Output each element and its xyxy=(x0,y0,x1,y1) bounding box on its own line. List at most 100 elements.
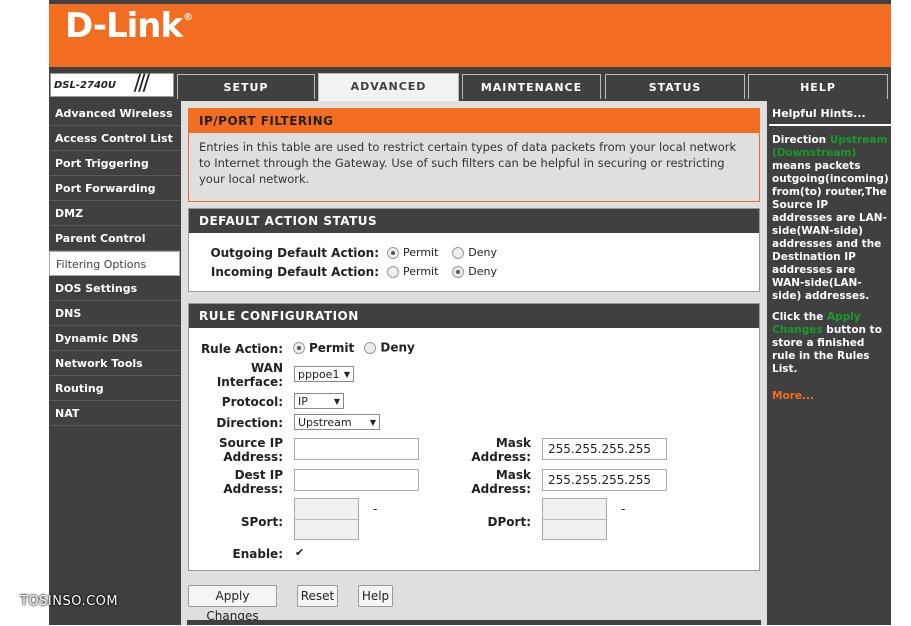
tab-setup[interactable]: SETUP xyxy=(177,74,315,99)
sidebar-item-filtering-options[interactable]: Filtering Options xyxy=(49,251,180,276)
wan-label-line1: WAN xyxy=(250,361,283,375)
intro-title: IP/PORT FILTERING xyxy=(189,109,759,133)
outgoing-default-label: Outgoing Default Action: xyxy=(210,246,379,260)
source-mask-input[interactable]: 255.255.255.255 xyxy=(542,438,667,460)
dport-input[interactable] xyxy=(542,498,607,540)
rule-permit-radio[interactable] xyxy=(293,341,305,354)
sport-dash: - xyxy=(373,502,378,516)
hints-title: Helpful Hints... xyxy=(769,101,891,126)
wan-interface-select[interactable]: pppoe1 ▼ xyxy=(294,366,354,382)
incoming-deny-radio[interactable] xyxy=(452,265,465,278)
sport-label: SPort: xyxy=(240,515,283,529)
bottom-panel-edge xyxy=(187,620,761,625)
wan-label-line2: Interface: xyxy=(216,375,283,389)
dest-ip-input[interactable] xyxy=(294,469,419,491)
hint-direction-end: means packets outgoing(incoming) from(to… xyxy=(772,160,889,302)
router-page: D-Link® DSL-2740U /// SETUP ADVANCED MAI… xyxy=(49,0,891,625)
dlink-logo: D-Link® xyxy=(65,6,193,46)
sidebar-item-nat[interactable]: NAT xyxy=(49,401,180,426)
sidebar-item-dynamic-dns[interactable]: Dynamic DNS xyxy=(49,326,180,351)
outgoing-permit-label: Permit xyxy=(403,246,439,259)
hint-direction: Direction Upstream (Downstream) means pa… xyxy=(772,134,889,303)
sidebar: Advanced Wireless Access Control List Po… xyxy=(49,101,180,426)
rule-action-radios: Permit Deny xyxy=(293,340,415,355)
reset-button[interactable]: Reset xyxy=(297,585,338,607)
protocol-select[interactable]: IP ▼ xyxy=(294,393,344,409)
direction-value: Upstream xyxy=(298,416,352,429)
model-name: DSL-2740U xyxy=(54,80,116,91)
sidebar-item-access-control-list[interactable]: Access Control List xyxy=(49,126,180,151)
hints-panel: Helpful Hints... Direction Upstream (Dow… xyxy=(769,101,891,625)
tab-maintenance[interactable]: MAINTENANCE xyxy=(462,74,601,99)
dport-dash: - xyxy=(621,502,626,516)
dport-label: DPort: xyxy=(487,515,531,529)
apply-changes-button[interactable]: Apply Changes xyxy=(188,585,277,623)
direction-label: Direction: xyxy=(216,416,283,430)
sport-input[interactable] xyxy=(294,498,359,540)
sidebar-item-routing[interactable]: Routing xyxy=(49,376,180,401)
rule-config-panel: RULE CONFIGURATION Rule Action: Permit D… xyxy=(188,303,760,571)
rule-action-label: Rule Action: xyxy=(200,342,283,356)
incoming-deny-label: Deny xyxy=(468,265,497,278)
watermark: TOSINSO.COM xyxy=(20,594,119,609)
dest-mask-label: Mask Address: xyxy=(459,468,531,496)
source-ip-input[interactable] xyxy=(294,438,419,460)
incoming-permit-label: Permit xyxy=(403,265,439,278)
hint-apply: Click the Apply Changes button to store … xyxy=(772,311,888,376)
outgoing-deny-label: Deny xyxy=(468,246,497,259)
sidebar-item-dns[interactable]: DNS xyxy=(49,301,180,326)
source-mask-label: Mask Address: xyxy=(459,436,531,464)
default-action-panel: DEFAULT ACTION STATUS Outgoing Default A… xyxy=(188,208,760,292)
sidebar-item-network-tools[interactable]: Network Tools xyxy=(49,351,180,376)
main-content: IP/PORT FILTERING Entries in this table … xyxy=(181,101,767,625)
incoming-permit-radio[interactable] xyxy=(387,265,399,278)
rule-deny-label: Deny xyxy=(380,340,415,355)
hint-direction-start: Direction xyxy=(772,134,827,146)
sidebar-item-parent-control[interactable]: Parent Control xyxy=(49,226,180,251)
tab-advanced[interactable]: ADVANCED xyxy=(318,73,459,101)
logo-trademark: ® xyxy=(183,12,193,23)
protocol-label: Protocol: xyxy=(221,395,283,409)
header-banner: D-Link® xyxy=(49,4,891,67)
rule-config-title: RULE CONFIGURATION xyxy=(189,304,759,328)
logo-text: D-Link xyxy=(65,6,183,46)
sidebar-item-port-forwarding[interactable]: Port Forwarding xyxy=(49,176,180,201)
chevron-down-icon: ▼ xyxy=(369,418,376,427)
sidebar-item-advanced-wireless[interactable]: Advanced Wireless xyxy=(49,101,180,126)
tab-status[interactable]: STATUS xyxy=(605,74,745,99)
rule-deny-radio[interactable] xyxy=(364,341,377,354)
outgoing-permit-radio[interactable] xyxy=(387,246,399,259)
chevron-down-icon: ▼ xyxy=(333,397,340,406)
hint-apply-start: Click the xyxy=(772,311,824,323)
intro-text: Entries in this table are used to restri… xyxy=(199,140,737,186)
help-button[interactable]: Help xyxy=(358,585,393,607)
outgoing-deny-radio[interactable] xyxy=(452,246,465,259)
more-link[interactable]: More... xyxy=(772,390,888,402)
source-mask-label-line1: Mask xyxy=(495,436,531,450)
incoming-default-radios: Permit Deny xyxy=(387,264,507,278)
dest-mask-label-line2: Address: xyxy=(471,482,531,496)
dest-mask-label-line1: Mask xyxy=(495,468,531,482)
source-mask-label-line2: Address: xyxy=(471,450,531,464)
rule-permit-label: Permit xyxy=(309,340,355,355)
enable-label: Enable: xyxy=(232,547,283,561)
top-nav: DSL-2740U /// SETUP ADVANCED MAINTENANCE… xyxy=(49,71,891,101)
source-ip-label-line2: Address: xyxy=(223,450,283,464)
wan-interface-value: pppoe1 xyxy=(298,368,340,381)
outgoing-default-radios: Permit Deny xyxy=(387,245,507,259)
dest-ip-label: Dest IP Address: xyxy=(199,468,283,496)
model-slashes: /// xyxy=(133,71,150,96)
wan-interface-label: WAN Interface: xyxy=(199,361,283,389)
enable-checkbox[interactable]: ✔ xyxy=(295,547,306,558)
tab-help[interactable]: HELP xyxy=(748,74,888,99)
incoming-default-label: Incoming Default Action: xyxy=(210,265,379,279)
sidebar-item-port-triggering[interactable]: Port Triggering xyxy=(49,151,180,176)
intro-panel: IP/PORT FILTERING Entries in this table … xyxy=(188,108,760,202)
sidebar-item-dos-settings[interactable]: DOS Settings xyxy=(49,276,180,301)
direction-select[interactable]: Upstream ▼ xyxy=(294,414,380,430)
protocol-value: IP xyxy=(298,395,308,408)
dest-mask-input[interactable]: 255.255.255.255 xyxy=(542,469,667,491)
dest-ip-label-line1: Dest IP xyxy=(234,468,283,482)
sidebar-item-dmz[interactable]: DMZ xyxy=(49,201,180,226)
source-ip-label: Source IP Address: xyxy=(199,436,283,464)
